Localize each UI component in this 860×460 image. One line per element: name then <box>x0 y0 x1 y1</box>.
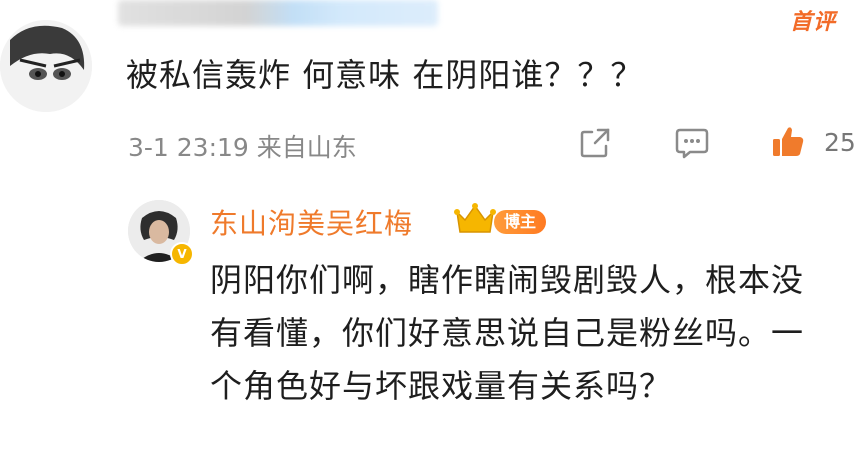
comment-meta: 3-1 23:19 来自山东 <box>128 133 357 162</box>
comment-text: 被私信轰炸 何意味 在阴阳谁？？？ <box>126 56 644 94</box>
crown-icon <box>454 202 496 236</box>
reply-text: 阴阳你们啊，瞎作瞎闹毁剧毁人，根本没有看懂，你们好意思说自己是粉丝吗。一个角色好… <box>210 261 805 405</box>
avatar-illustration <box>0 20 92 112</box>
share-icon[interactable] <box>578 126 612 160</box>
like-count: 25 <box>824 128 856 157</box>
blogger-badge: 博主 <box>494 210 547 234</box>
commenter-avatar[interactable] <box>0 20 92 112</box>
like-icon[interactable] <box>770 124 806 160</box>
verified-badge: V <box>170 242 194 266</box>
comment-icon[interactable] <box>674 126 710 160</box>
reply-author-name[interactable]: 东山洵美吴红梅 <box>210 202 413 242</box>
blurred-username <box>118 0 438 26</box>
first-comment-badge: 首评 <box>790 10 837 35</box>
